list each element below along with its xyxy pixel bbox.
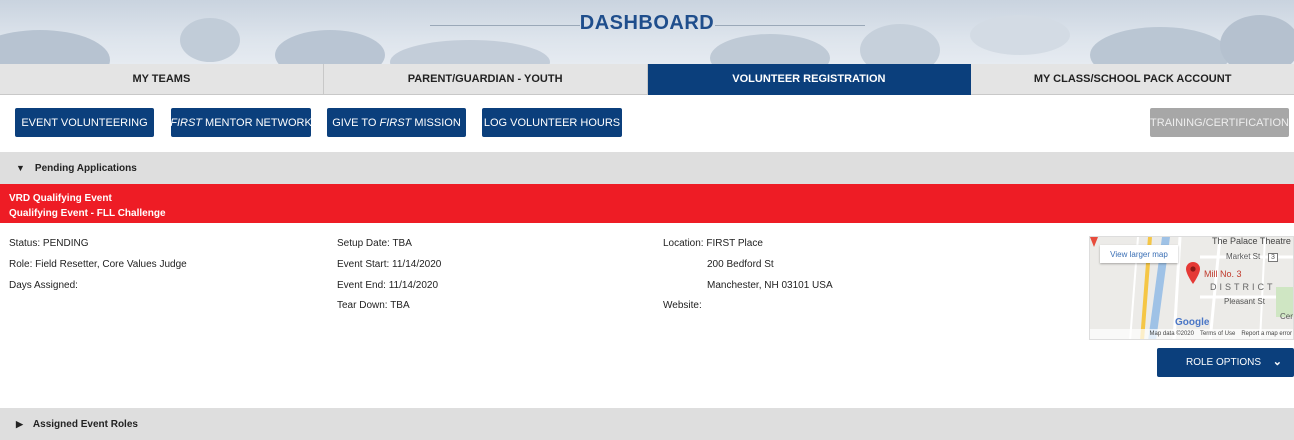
give-to-em: FIRST — [379, 116, 412, 129]
website-label: Website: — [663, 300, 702, 311]
main-tabs: MY TEAMS PARENT/GUARDIAN - YOUTH VOLUNTE… — [0, 64, 1294, 95]
website-field: Website: — [663, 300, 702, 311]
map-pin-icon — [1186, 262, 1200, 284]
location-name: FIRST Place — [706, 238, 763, 249]
map-label-market: Market St — [1226, 252, 1261, 261]
status-value: PENDING — [42, 238, 89, 249]
role-field: Role: Field Resetter, Core Values Judge — [9, 259, 187, 270]
assigned-event-roles-toggle[interactable]: ▶ Assigned Event Roles — [0, 408, 1294, 440]
event-end-field: Event End: 11/14/2020 — [337, 280, 438, 291]
chevron-down-icon: ⌄ — [1272, 356, 1282, 368]
event-title: VRD Qualifying Event — [9, 193, 112, 204]
location-label: Location: — [663, 238, 704, 249]
google-logo: Google — [1175, 317, 1210, 328]
role-options-label: ROLE OPTIONS — [1186, 357, 1262, 368]
dashboard-banner: DASHBOARD — [0, 0, 1294, 64]
page-title: DASHBOARD — [579, 12, 715, 34]
map-label-mill: Mill No. 3 — [1204, 269, 1242, 279]
mission-label: MISSION — [411, 116, 461, 129]
days-assigned-label: Days Assigned: — [9, 280, 78, 291]
setup-date-value: TBA — [392, 238, 412, 249]
tear-down-label: Tear Down: — [337, 300, 388, 311]
setup-date-label: Setup Date — [337, 238, 388, 249]
tear-down-value: TBA — [390, 300, 410, 311]
pending-applications-label: Pending Applications — [34, 162, 137, 174]
event-volunteering-button[interactable]: EVENT VOLUNTEERING — [15, 108, 154, 137]
status-label: Status: — [9, 238, 41, 249]
terms-of-use-link[interactable]: Terms of Use — [1200, 331, 1235, 337]
tear-down-field: Tear Down: TBA — [337, 300, 410, 311]
report-map-error-link[interactable]: Report a map error — [1241, 331, 1292, 337]
role-options-button[interactable]: ROLE OPTIONS ⌄ — [1157, 348, 1294, 377]
tab-parent-guardian-youth[interactable]: PARENT/GUARDIAN - YOUTH — [323, 64, 648, 95]
map-label-palace: The Palace Theatre — [1212, 236, 1291, 246]
tab-volunteer-registration[interactable]: VOLUNTEER REGISTRATION — [647, 64, 972, 95]
days-assigned-field: Days Assigned: — [9, 280, 78, 291]
log-volunteer-hours-button[interactable]: LOG VOLUNTEER HOURS — [482, 108, 622, 137]
map-footer: Map data ©2020 Terms of Use Report a map… — [1090, 329, 1293, 339]
give-to-label: GIVE TO — [332, 116, 380, 129]
caret-down-icon: ▼ — [16, 163, 25, 173]
event-start-value: 11/14/2020 — [392, 259, 442, 270]
map-data-text: Map data ©2020 — [1149, 331, 1194, 337]
event-start-field: Event Start: 11/14/2020 — [337, 259, 441, 270]
status-field: Status: PENDING — [9, 238, 88, 249]
assigned-event-roles-label: Assigned Event Roles — [32, 418, 138, 430]
role-label: Role: — [9, 259, 33, 270]
caret-right-icon: ▶ — [16, 418, 23, 429]
location-field: Location: FIRST Place — [663, 238, 763, 249]
setup-date-field: Setup Date: TBA — [337, 238, 412, 249]
pending-applications-toggle[interactable]: ▼ Pending Applications — [0, 152, 1294, 184]
event-end-value: 11/14/2020 — [388, 280, 439, 291]
event-end-label: Event End: — [337, 280, 386, 291]
route-shield-icon: 3 — [1268, 253, 1278, 262]
event-subtitle: Qualifying Event - FLL Challenge — [9, 208, 166, 219]
mentor-network-button[interactable]: FIRST MENTOR NETWORK — [170, 108, 312, 137]
map-label-pleasant: Pleasant St — [1224, 297, 1265, 306]
address-line-2: Manchester, NH 03101 USA — [707, 280, 833, 291]
location-map[interactable]: View larger map The Palace Theatre Marke… — [1089, 236, 1294, 340]
map-label-cent: Cent — [1280, 312, 1293, 321]
view-larger-map-link[interactable]: View larger map — [1100, 245, 1178, 263]
training-certification-button[interactable]: TRAINING/CERTIFICATION — [1150, 108, 1289, 137]
event-start-label: Event Start: — [337, 259, 390, 270]
role-value: Field Resetter, Core Values Judge — [35, 259, 187, 270]
mentor-network-label: MENTOR NETWORK — [202, 116, 312, 129]
address-line-1: 200 Bedford St — [707, 259, 774, 270]
tab-my-teams[interactable]: MY TEAMS — [0, 64, 324, 95]
event-header: VRD Qualifying Event Qualifying Event - … — [0, 184, 1294, 223]
map-label-district: DISTRICT — [1210, 282, 1276, 292]
give-to-mission-button[interactable]: GIVE TO FIRST MISSION — [327, 108, 466, 137]
mentor-network-em: FIRST — [170, 116, 202, 129]
tab-class-school-pack[interactable]: MY CLASS/SCHOOL PACK ACCOUNT — [971, 64, 1294, 95]
